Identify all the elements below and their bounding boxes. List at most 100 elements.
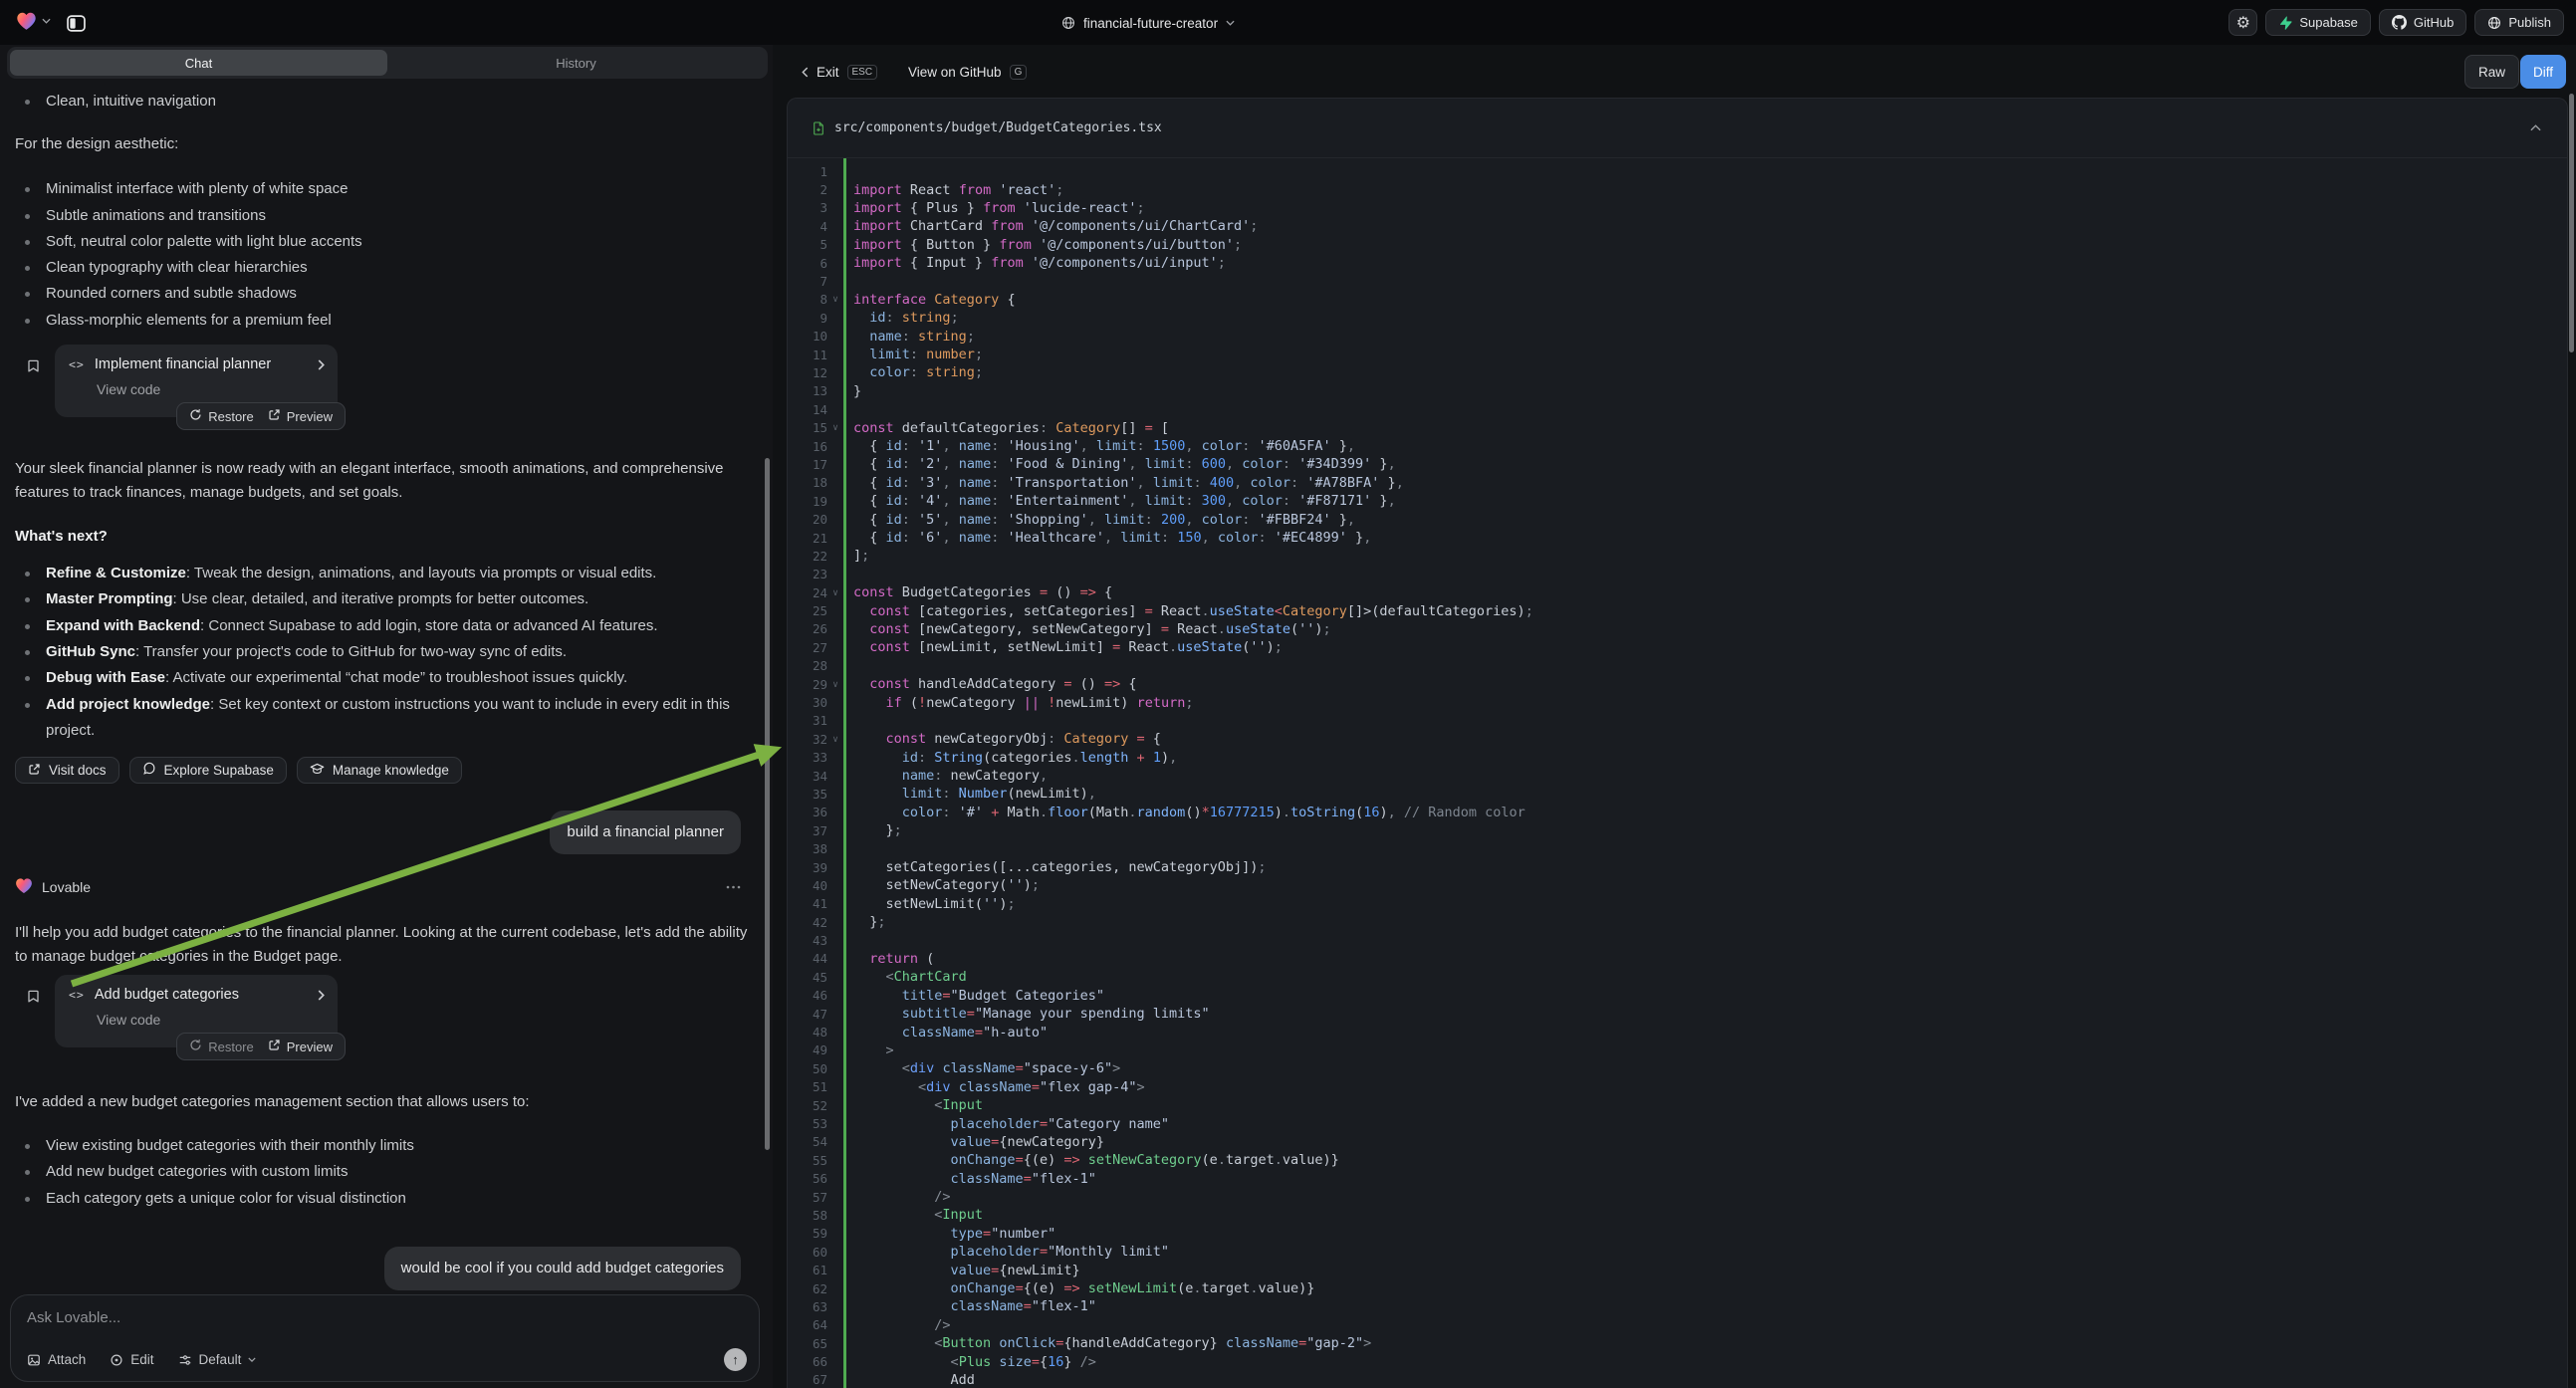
line-number: 17: [788, 457, 827, 472]
code-line: 26 const [newCategory, setNewCategory] =…: [788, 620, 2567, 638]
project-selector[interactable]: financial-future-creator: [1061, 10, 1235, 36]
model-selector[interactable]: Default: [178, 1352, 257, 1367]
code-line: 37 };: [788, 821, 2567, 839]
version-card-header[interactable]: <>Implement financial planner: [69, 356, 326, 372]
view-code-link[interactable]: View code: [97, 381, 326, 397]
code-text: id: String(categories.length + 1),: [843, 750, 1177, 766]
restore-button[interactable]: Restore: [185, 406, 258, 426]
line-number: 1: [788, 164, 827, 179]
line-number: 6: [788, 256, 827, 271]
code-line: 65 <Button onClick={handleAddCategory} c…: [788, 1334, 2567, 1352]
code-text: };: [843, 914, 886, 930]
fold-toggle-icon[interactable]: ∨: [827, 679, 843, 690]
fold-toggle-icon[interactable]: ∨: [827, 734, 843, 745]
manage-knowledge-button[interactable]: Manage knowledge: [297, 757, 462, 784]
view-code-link[interactable]: View code: [97, 1012, 326, 1028]
publish-button[interactable]: Publish: [2474, 9, 2564, 36]
code-editor[interactable]: 12import React from 'react';3import { Pl…: [788, 158, 2567, 1388]
exit-button[interactable]: Exit ESC: [802, 55, 877, 89]
line-number: 8: [788, 292, 827, 307]
sliders-icon: [178, 1353, 192, 1367]
diff-toggle-button[interactable]: Diff: [2520, 55, 2566, 89]
code-scrollbar-thumb[interactable]: [2569, 94, 2574, 352]
list-item: Master Prompting: Use clear, detailed, a…: [15, 586, 752, 612]
file-header[interactable]: src/components/budget/BudgetCategories.t…: [788, 99, 2567, 158]
restore-button[interactable]: Restore: [185, 1037, 258, 1056]
preview-button[interactable]: Preview: [264, 1037, 337, 1056]
chevron-up-icon[interactable]: [2530, 124, 2541, 131]
version-card[interactable]: <>Add budget categoriesView codeRestoreP…: [55, 975, 338, 1047]
raw-toggle-button[interactable]: Raw: [2464, 55, 2519, 89]
lovable-logo-group[interactable]: [16, 11, 51, 31]
tab-chat[interactable]: Chat: [10, 50, 387, 76]
version-card-header[interactable]: <>Add budget categories: [69, 987, 326, 1003]
code-text: >: [843, 1042, 894, 1058]
tab-history[interactable]: History: [387, 50, 765, 76]
chat-message-list[interactable]: Clean, intuitive navigationFor the desig…: [0, 83, 773, 1292]
chevron-down-icon: [248, 1357, 256, 1362]
view-on-github-button[interactable]: View on GitHub G: [908, 55, 1027, 89]
code-line: 56 className="flex-1": [788, 1169, 2567, 1187]
code-line: 67 Add: [788, 1371, 2567, 1388]
assistant-paragraph: For the design aesthetic:: [15, 132, 757, 156]
code-text: interface Category {: [843, 292, 1016, 308]
code-text: />: [843, 1189, 951, 1205]
github-label: GitHub: [2414, 15, 2454, 30]
code-line: 14: [788, 400, 2567, 418]
line-number: 26: [788, 621, 827, 636]
github-button[interactable]: GitHub: [2379, 9, 2466, 36]
chat-history-tabs: Chat History: [7, 47, 768, 79]
line-number: 53: [788, 1116, 827, 1131]
code-text: import { Plus } from 'lucide-react';: [843, 200, 1145, 216]
code-line: 62 onChange={(e) => setNewLimit(e.target…: [788, 1279, 2567, 1297]
user-message-bubble: build a financial planner: [550, 810, 741, 854]
code-icon: <>: [69, 988, 85, 1002]
supabase-button[interactable]: Supabase: [2265, 9, 2371, 36]
explore-supabase-button[interactable]: Explore Supabase: [129, 757, 287, 784]
code-line: 6import { Input } from '@/components/ui/…: [788, 254, 2567, 272]
code-line: 22];: [788, 547, 2567, 565]
preview-label: Preview: [287, 409, 333, 424]
line-number: 12: [788, 365, 827, 380]
fold-toggle-icon[interactable]: ∨: [827, 422, 843, 433]
exit-label: Exit: [817, 65, 839, 80]
code-line: 58 <Input: [788, 1206, 2567, 1224]
code-text: <Input: [843, 1207, 983, 1223]
fold-toggle-icon[interactable]: ∨: [827, 587, 843, 598]
top-bar: financial-future-creator ⚙ Supabase GitH…: [0, 0, 2576, 45]
code-line: 51 <div className="flex gap-4">: [788, 1078, 2567, 1096]
code-line: 55 onChange={(e) => setNewCategory(e.tar…: [788, 1151, 2567, 1169]
line-number: 5: [788, 237, 827, 252]
attach-button[interactable]: Attach: [27, 1352, 86, 1367]
code-line: 11 limit: number;: [788, 346, 2567, 363]
version-card[interactable]: <>Implement financial plannerView codeRe…: [55, 345, 338, 417]
code-text: <ChartCard: [843, 969, 967, 985]
code-line: 4import ChartCard from '@/components/ui/…: [788, 217, 2567, 235]
more-options-icon[interactable]: [726, 885, 741, 889]
chat-scrollbar-thumb[interactable]: [765, 458, 770, 1150]
preview-button[interactable]: Preview: [264, 406, 337, 426]
chat-input[interactable]: [27, 1309, 687, 1326]
code-text: { id: '3', name: 'Transportation', limit…: [843, 475, 1404, 491]
settings-button[interactable]: ⚙: [2228, 9, 2257, 36]
code-line: 57 />: [788, 1188, 2567, 1206]
code-text: const newCategoryObj: Category = {: [843, 731, 1161, 747]
code-line: 10 name: string;: [788, 328, 2567, 346]
file-path: src/components/budget/BudgetCategories.t…: [834, 120, 1162, 135]
code-text: onChange={(e) => setNewCategory(e.target…: [843, 1152, 1339, 1168]
code-text: Add: [843, 1372, 975, 1388]
fold-toggle-icon[interactable]: ∨: [827, 294, 843, 305]
panel-left-toggle[interactable]: [62, 11, 90, 35]
list-item: Minimalist interface with plenty of whit…: [15, 176, 752, 202]
line-number: 58: [788, 1208, 827, 1223]
send-button[interactable]: ↑: [724, 1348, 747, 1371]
code-line: 46 title="Budget Categories": [788, 987, 2567, 1005]
line-number: 4: [788, 219, 827, 234]
code-text: limit: Number(newLimit),: [843, 786, 1096, 802]
edit-mode-button[interactable]: Edit: [110, 1352, 153, 1367]
preview-label: Preview: [287, 1040, 333, 1054]
code-text: color: '#' + Math.floor(Math.random()*16…: [843, 805, 1525, 820]
visit-docs-button[interactable]: Visit docs: [15, 757, 119, 784]
code-file-card: src/components/budget/BudgetCategories.t…: [787, 98, 2568, 1388]
line-number: 13: [788, 383, 827, 398]
